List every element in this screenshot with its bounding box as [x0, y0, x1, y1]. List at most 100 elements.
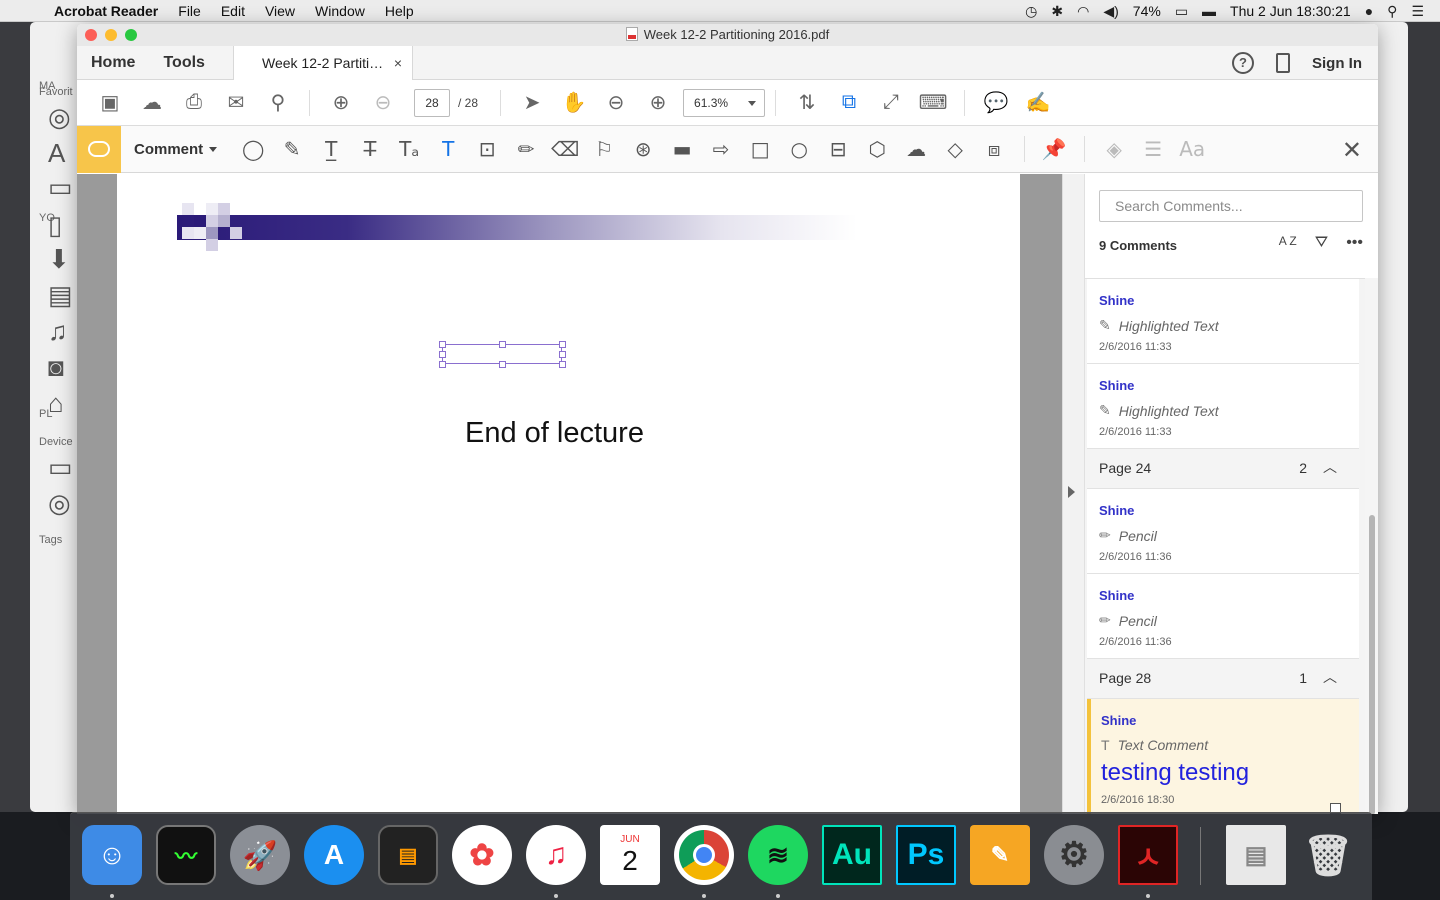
battery-icon[interactable]: ▭	[1175, 3, 1188, 20]
menu-file[interactable]: File	[168, 3, 211, 19]
page-number-input[interactable]: 28	[414, 88, 450, 117]
pin-icon[interactable]: 📌	[1040, 135, 1068, 163]
comment-item-active[interactable]: Shine T Text Comment testing testing 2/6/…	[1087, 699, 1359, 814]
area-icon[interactable]: ⧈	[980, 135, 1008, 163]
document-viewer[interactable]: End of lecture	[77, 174, 1062, 814]
disc-icon[interactable]: ◎	[48, 488, 71, 519]
menu-view[interactable]: View	[255, 3, 305, 19]
battery-percent[interactable]: 74%	[1133, 3, 1161, 19]
sort-icon[interactable]: A Z	[1279, 234, 1297, 252]
wifi-icon[interactable]: ◠	[1077, 3, 1089, 20]
resize-handle[interactable]	[559, 361, 566, 368]
airdrop-icon[interactable]: ◎	[48, 102, 71, 133]
resize-handle[interactable]	[559, 341, 566, 348]
zoom-in-icon[interactable]: ⊕	[644, 89, 672, 117]
resize-handle[interactable]	[439, 361, 446, 368]
attach-file-icon[interactable]: ⊛	[629, 135, 657, 163]
resize-handle[interactable]	[559, 351, 566, 358]
fit-page-icon[interactable]: ⧉	[835, 89, 863, 117]
activity-monitor-icon[interactable]: 〰	[156, 825, 216, 885]
page-group-header[interactable]: Page 24 2 ︿	[1087, 449, 1359, 489]
font-properties-icon[interactable]: Aa	[1178, 135, 1206, 163]
line-icon[interactable]: ▬	[668, 135, 696, 163]
menubar-clock[interactable]: Thu 2 Jun 18:30:21	[1230, 3, 1351, 19]
add-text-comment-icon[interactable]: T	[434, 135, 462, 163]
comment-tool-icon[interactable]	[77, 125, 121, 173]
oval-icon[interactable]: ○	[785, 135, 813, 163]
pane-collapse-gutter[interactable]	[1062, 174, 1084, 814]
downloads-icon[interactable]: ⬇	[48, 244, 70, 275]
arrow-icon[interactable]: ⇨	[707, 135, 735, 163]
full-screen-icon[interactable]: ⤢	[877, 89, 905, 117]
menu-window[interactable]: Window	[305, 3, 375, 19]
photos-icon[interactable]: ✿	[452, 825, 512, 885]
volume-icon[interactable]: ◀)	[1103, 3, 1118, 20]
close-tab-button[interactable]: ×	[394, 55, 402, 71]
replace-text-icon[interactable]: Tₐ	[395, 135, 423, 163]
spotlight-icon[interactable]: ⚲	[1387, 3, 1397, 20]
search-comments-input[interactable]: Search Comments...	[1099, 190, 1363, 222]
tab-tools[interactable]: Tools	[149, 54, 218, 72]
text-callout-icon[interactable]: ⊟	[824, 135, 852, 163]
cloud-icon[interactable]: ☁	[902, 135, 930, 163]
close-comment-toolbar-button[interactable]: ✕	[1342, 136, 1362, 165]
scroll-mode-icon[interactable]: ⇅	[793, 89, 821, 117]
more-options-icon[interactable]: •••	[1346, 234, 1363, 252]
acrobat-reader-icon[interactable]: ㅅ	[1118, 825, 1178, 885]
zoom-out-icon[interactable]: ⊖	[602, 89, 630, 117]
collapse-pane-arrow-icon[interactable]	[1068, 486, 1075, 498]
selected-annotation-box[interactable]	[439, 341, 566, 368]
desktop-icon[interactable]: ▭	[48, 172, 73, 203]
resize-handle[interactable]	[439, 341, 446, 348]
trash-icon[interactable]: 🗑	[1298, 825, 1358, 885]
flag-icon[interactable]: ▬	[1202, 3, 1216, 19]
resize-handle[interactable]	[439, 351, 446, 358]
sign-in-button[interactable]: Sign In	[1312, 55, 1362, 72]
email-icon[interactable]: ✉	[222, 89, 250, 117]
eraser-icon[interactable]: ⌫	[551, 135, 579, 163]
rectangle-icon[interactable]: □	[746, 135, 774, 163]
page-group-header[interactable]: Page 28 1 ︿	[1087, 659, 1359, 699]
save-icon[interactable]: ▣	[96, 89, 124, 117]
menu-help[interactable]: Help	[375, 3, 424, 19]
stamp-icon[interactable]: ⚐	[590, 135, 618, 163]
mobile-link-icon[interactable]	[1276, 53, 1290, 73]
chrome-icon[interactable]	[674, 825, 734, 885]
comment-dropdown[interactable]: Comment	[121, 141, 225, 158]
polygon-icon[interactable]: ⬡	[863, 135, 891, 163]
scrollbar-thumb[interactable]	[1369, 515, 1375, 814]
itunes-icon[interactable]: ♫	[526, 825, 586, 885]
system-preferences-icon[interactable]: ⚙	[1044, 825, 1104, 885]
chevron-up-icon[interactable]: ︿	[1323, 667, 1337, 687]
comment-text[interactable]: testing testing	[1101, 759, 1347, 787]
comment-item[interactable]: Shine ✎ Highlighted Text 2/6/2016 11:33	[1087, 279, 1359, 364]
tab-home[interactable]: Home	[77, 54, 149, 72]
notification-center-icon[interactable]: ☰	[1411, 3, 1424, 20]
comments-scrollbar[interactable]	[1365, 278, 1378, 814]
bluetooth-icon[interactable]: ✱	[1051, 3, 1063, 20]
time-machine-icon[interactable]: ◷	[1025, 3, 1037, 20]
search-icon[interactable]: ⚲	[264, 89, 292, 117]
line-weight-icon[interactable]: ☰	[1139, 135, 1167, 163]
movies-icon[interactable]: ▤	[48, 280, 73, 311]
resize-handle[interactable]	[499, 361, 506, 368]
print-icon[interactable]: ⎙	[180, 89, 208, 117]
documents-stack-icon[interactable]: ▤	[1226, 825, 1286, 885]
fill-color-icon[interactable]: ◈	[1100, 135, 1128, 163]
tab-document[interactable]: Week 12-2 Partiti… ×	[233, 46, 413, 80]
text-box-icon[interactable]: ⊡	[473, 135, 501, 163]
sign-pen-icon[interactable]: ✍	[1024, 89, 1052, 117]
home-icon[interactable]: ⌂	[48, 388, 64, 419]
underline-text-icon[interactable]: T̲	[317, 135, 345, 163]
comment-item[interactable]: Shine ✎ Highlighted Text 2/6/2016 11:33	[1087, 364, 1359, 449]
comment-item[interactable]: Shine ✏ Pencil 2/6/2016 11:36	[1087, 489, 1359, 574]
comment-item[interactable]: Shine ✏ Pencil 2/6/2016 11:36	[1087, 574, 1359, 659]
finder-icon[interactable]: ☺	[82, 825, 142, 885]
pictures-icon[interactable]: ◙	[48, 352, 64, 383]
preview-icon[interactable]: ▤	[378, 825, 438, 885]
spotify-icon[interactable]: ≋	[748, 825, 808, 885]
chevron-up-icon[interactable]: ︿	[1323, 457, 1337, 477]
hand-tool-icon[interactable]: ✋	[560, 89, 588, 117]
help-button[interactable]: ?	[1232, 52, 1254, 74]
pages-icon[interactable]: ✎	[970, 825, 1030, 885]
